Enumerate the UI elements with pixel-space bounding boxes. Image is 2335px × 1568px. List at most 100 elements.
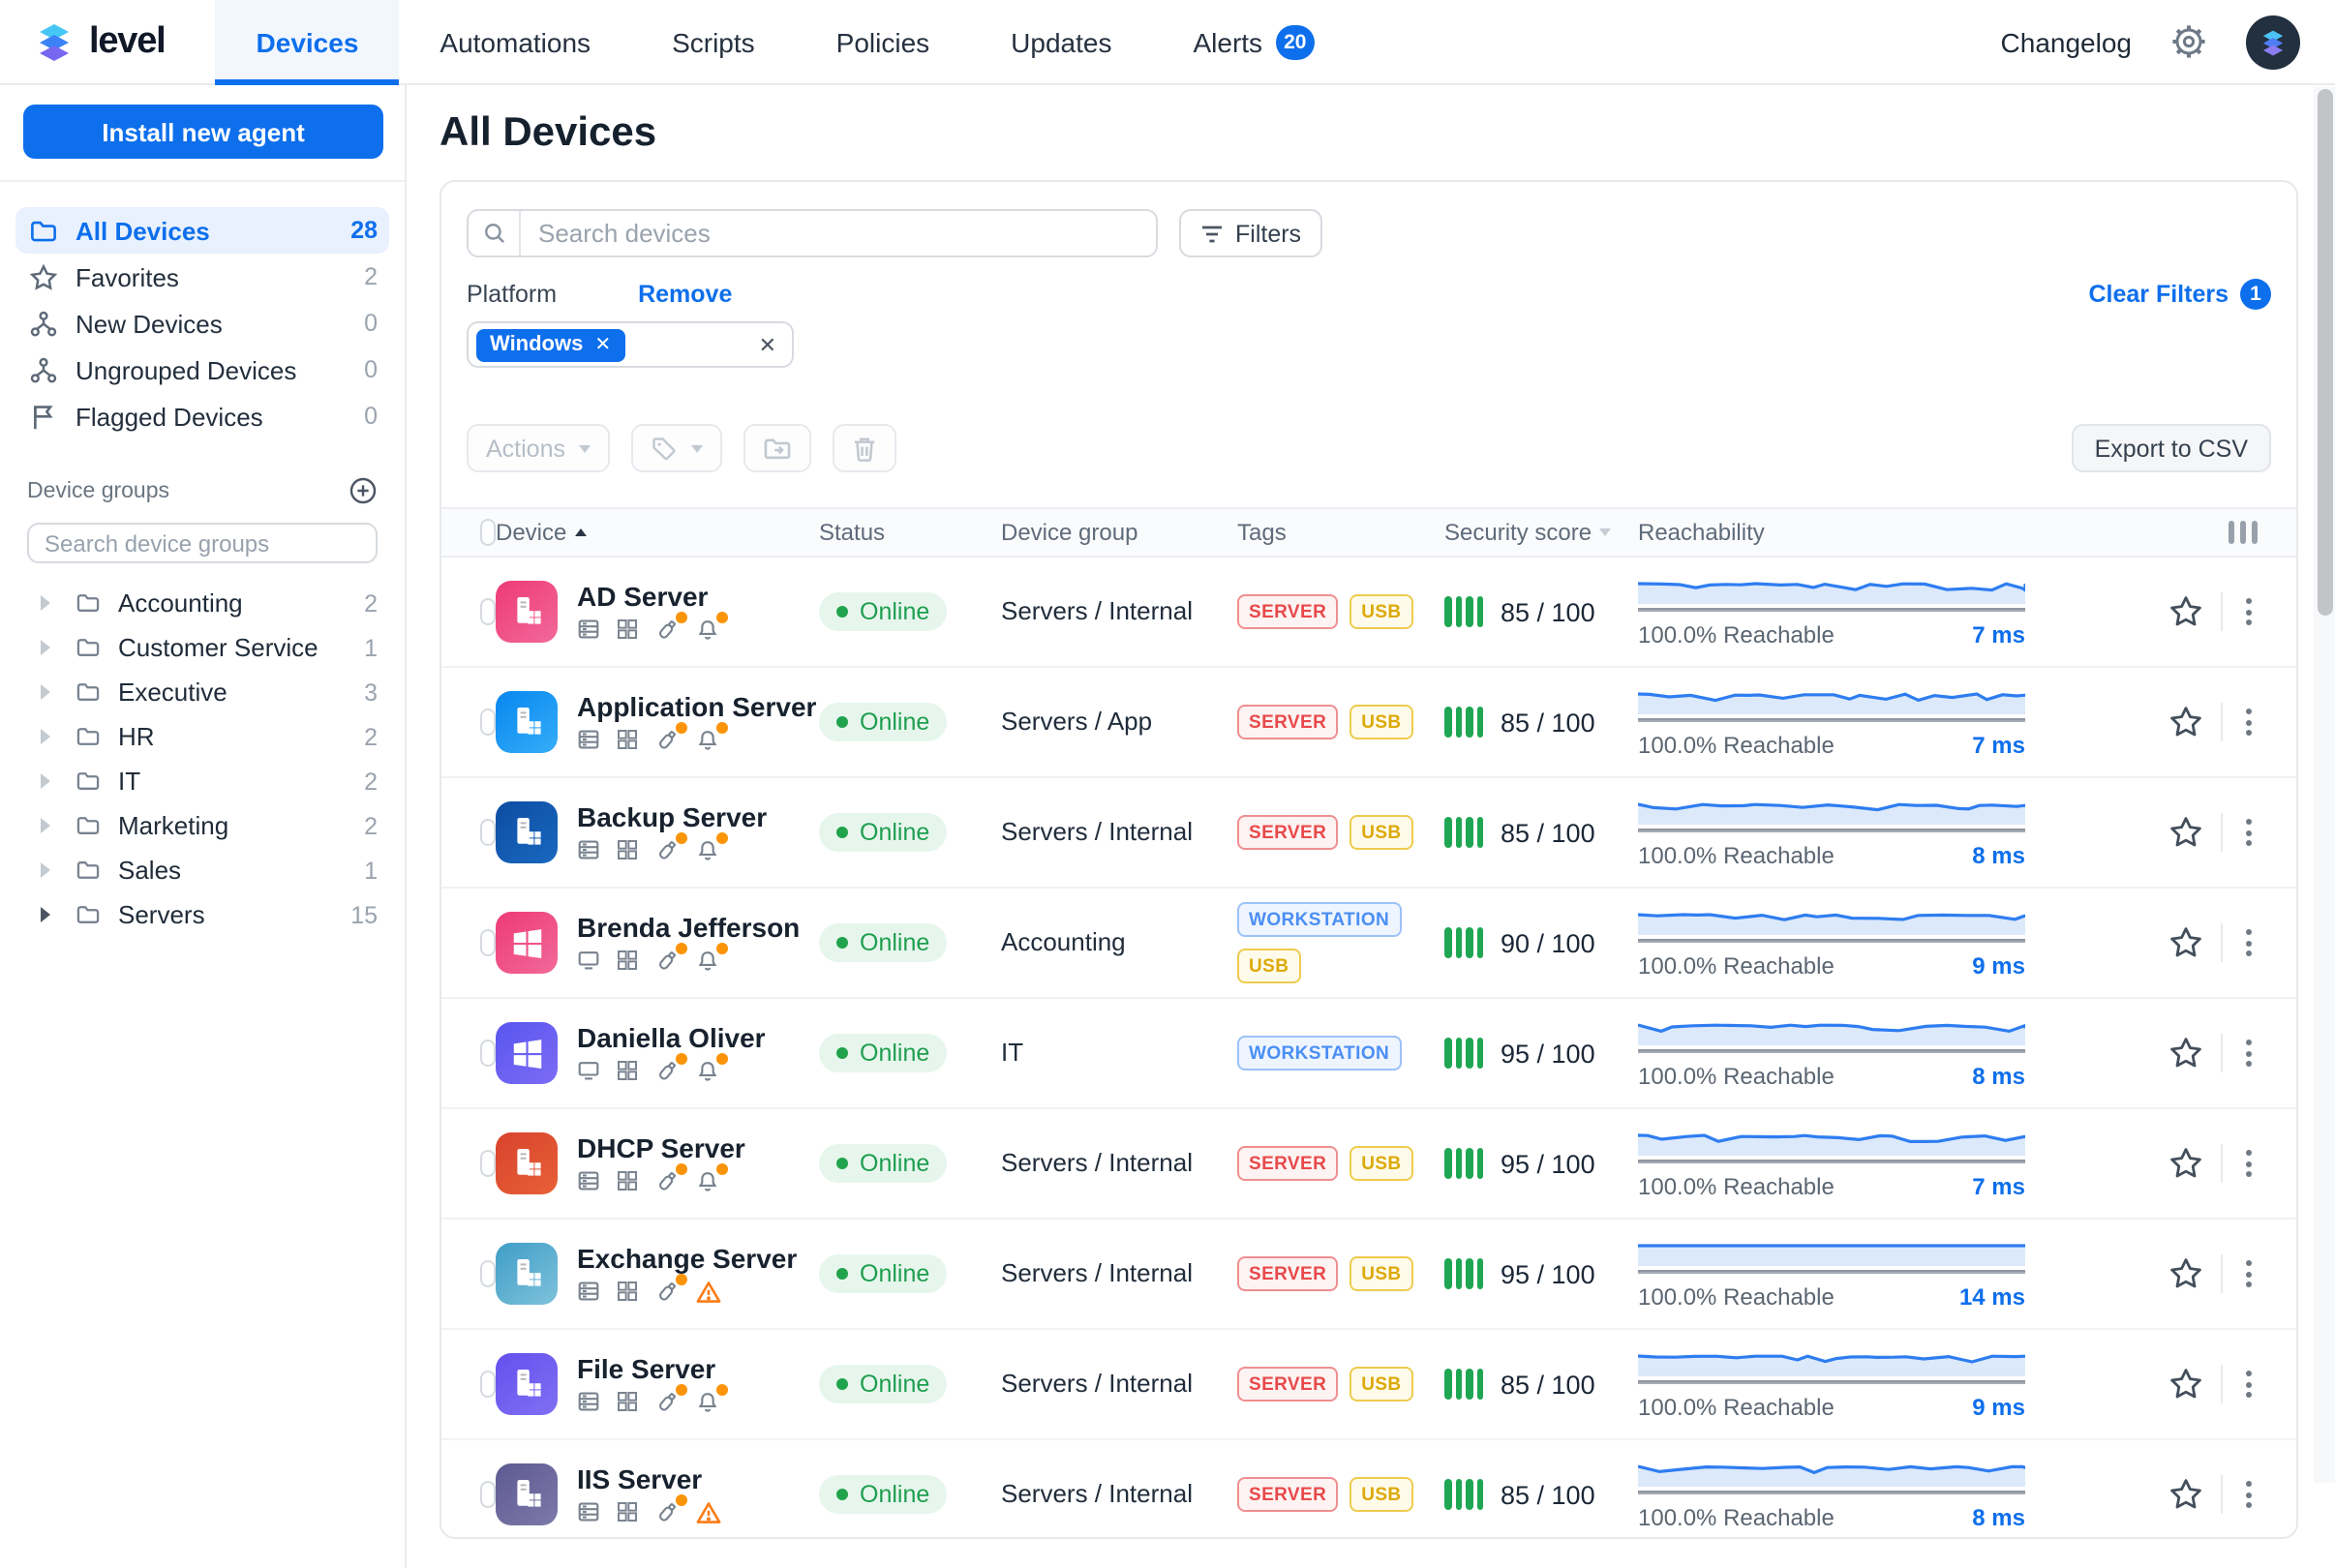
delete-button[interactable] bbox=[833, 424, 896, 472]
sidebar-quick-filter[interactable]: Ungrouped Devices 0 bbox=[15, 347, 389, 393]
header-device-group[interactable]: Device group bbox=[1001, 519, 1237, 546]
device-group-item[interactable]: IT 2 bbox=[0, 759, 405, 803]
row-checkbox[interactable] bbox=[480, 1260, 496, 1287]
chevron-right-icon[interactable] bbox=[39, 594, 54, 612]
device-name[interactable]: DHCP Server bbox=[577, 1133, 745, 1162]
chevron-right-icon[interactable] bbox=[39, 683, 54, 701]
favorite-star-icon[interactable] bbox=[2168, 815, 2203, 850]
device-name[interactable]: AD Server bbox=[577, 582, 720, 611]
header-device[interactable]: Device bbox=[496, 519, 819, 546]
row-menu-icon[interactable] bbox=[2240, 923, 2258, 962]
row-menu-icon[interactable] bbox=[2240, 813, 2258, 852]
sidebar-quick-filter[interactable]: Flagged Devices 0 bbox=[15, 393, 389, 439]
latency-value[interactable]: 14 ms bbox=[1959, 1283, 2025, 1311]
device-group-item[interactable]: Customer Service 1 bbox=[0, 625, 405, 670]
search-devices-input[interactable] bbox=[521, 211, 1156, 256]
header-tags[interactable]: Tags bbox=[1237, 519, 1444, 546]
row-checkbox[interactable] bbox=[480, 709, 496, 736]
nav-tab[interactable]: Policies bbox=[796, 0, 971, 83]
search-device-groups-input[interactable] bbox=[27, 523, 378, 563]
settings-gear-icon[interactable] bbox=[2170, 23, 2207, 60]
latency-value[interactable]: 7 ms bbox=[1972, 732, 2025, 759]
install-new-agent-button[interactable]: Install new agent bbox=[23, 105, 383, 159]
row-checkbox[interactable] bbox=[480, 819, 496, 846]
chevron-right-icon[interactable] bbox=[39, 728, 54, 745]
windows-filter-chip[interactable]: Windows ✕ bbox=[476, 328, 624, 361]
chevron-right-icon[interactable] bbox=[39, 906, 54, 923]
latency-value[interactable]: 8 ms bbox=[1972, 1504, 2025, 1531]
row-menu-icon[interactable] bbox=[2240, 1475, 2258, 1514]
latency-value[interactable]: 8 ms bbox=[1972, 1063, 2025, 1090]
device-group-item[interactable]: Marketing 2 bbox=[0, 803, 405, 848]
favorite-star-icon[interactable] bbox=[2168, 1146, 2203, 1181]
row-menu-icon[interactable] bbox=[2240, 1254, 2258, 1293]
row-checkbox[interactable] bbox=[480, 598, 496, 625]
remove-filter-link[interactable]: Remove bbox=[638, 281, 732, 308]
platform-filter-select[interactable]: Windows ✕ ✕ bbox=[467, 321, 794, 368]
row-menu-icon[interactable] bbox=[2240, 703, 2258, 741]
chevron-right-icon[interactable] bbox=[39, 817, 54, 834]
chevron-right-icon[interactable] bbox=[39, 772, 54, 790]
latency-value[interactable]: 9 ms bbox=[1972, 1394, 2025, 1421]
nav-tab[interactable]: Alerts 20 bbox=[1152, 0, 1354, 83]
user-avatar[interactable] bbox=[2246, 15, 2300, 69]
device-name[interactable]: Brenda Jefferson bbox=[577, 913, 800, 942]
table-row[interactable]: Exchange Server bbox=[441, 1220, 2296, 1330]
favorite-star-icon[interactable] bbox=[2168, 594, 2203, 629]
device-name[interactable]: Daniella Oliver bbox=[577, 1023, 766, 1052]
device-group-item[interactable]: Sales 1 bbox=[0, 848, 405, 892]
device-group-item[interactable]: Executive 3 bbox=[0, 670, 405, 714]
table-row[interactable]: Backup Server bbox=[441, 778, 2296, 889]
remove-chip-icon[interactable]: ✕ bbox=[594, 334, 611, 355]
device-group-item[interactable]: Servers 15 bbox=[0, 892, 405, 937]
app-logo[interactable]: level bbox=[0, 0, 216, 83]
row-menu-icon[interactable] bbox=[2240, 1034, 2258, 1072]
add-device-group-icon[interactable] bbox=[349, 476, 378, 505]
nav-tab[interactable]: Updates bbox=[970, 0, 1152, 83]
favorite-star-icon[interactable] bbox=[2168, 1477, 2203, 1512]
row-menu-icon[interactable] bbox=[2240, 1365, 2258, 1403]
export-to-csv-button[interactable]: Export to CSV bbox=[2072, 424, 2271, 472]
row-checkbox[interactable] bbox=[480, 1150, 496, 1177]
table-row[interactable]: IIS Server bbox=[441, 1440, 2296, 1539]
page-scrollbar[interactable] bbox=[2314, 87, 2335, 1483]
clear-filters-link[interactable]: Clear Filters 1 bbox=[2088, 279, 2271, 310]
row-menu-icon[interactable] bbox=[2240, 1144, 2258, 1183]
latency-value[interactable]: 7 ms bbox=[1972, 1173, 2025, 1200]
nav-tab[interactable]: Automations bbox=[399, 0, 631, 83]
favorite-star-icon[interactable] bbox=[2168, 1256, 2203, 1291]
device-group-item[interactable]: HR 2 bbox=[0, 714, 405, 759]
table-row[interactable]: AD Server bbox=[441, 558, 2296, 668]
header-reachability[interactable]: Reachability bbox=[1638, 519, 2025, 546]
row-checkbox[interactable] bbox=[480, 929, 496, 956]
device-name[interactable]: File Server bbox=[577, 1354, 720, 1383]
scrollbar-thumb[interactable] bbox=[2317, 89, 2332, 616]
sidebar-quick-filter[interactable]: All Devices 28 bbox=[15, 207, 389, 254]
nav-tab[interactable]: Devices bbox=[216, 0, 400, 83]
clear-select-icon[interactable]: ✕ bbox=[759, 332, 776, 357]
row-menu-icon[interactable] bbox=[2240, 592, 2258, 631]
device-name[interactable]: Application Server bbox=[577, 692, 816, 721]
row-checkbox[interactable] bbox=[480, 1040, 496, 1067]
table-row[interactable]: DHCP Server bbox=[441, 1109, 2296, 1220]
latency-value[interactable]: 9 ms bbox=[1972, 952, 2025, 980]
header-status[interactable]: Status bbox=[819, 519, 1001, 546]
nav-tab[interactable]: Scripts bbox=[631, 0, 796, 83]
sidebar-quick-filter[interactable]: Favorites 2 bbox=[15, 254, 389, 300]
actions-dropdown[interactable]: Actions bbox=[467, 424, 610, 472]
chevron-right-icon[interactable] bbox=[39, 861, 54, 879]
filters-button[interactable]: Filters bbox=[1179, 209, 1322, 257]
favorite-star-icon[interactable] bbox=[2168, 925, 2203, 960]
table-row[interactable]: File Server bbox=[441, 1330, 2296, 1440]
device-group-item[interactable]: Accounting 2 bbox=[0, 581, 405, 625]
table-row[interactable]: Brenda Jefferson bbox=[441, 889, 2296, 999]
column-settings-icon[interactable] bbox=[2228, 521, 2258, 544]
chevron-right-icon[interactable] bbox=[39, 639, 54, 656]
latency-value[interactable]: 8 ms bbox=[1972, 842, 2025, 869]
tag-dropdown[interactable] bbox=[631, 424, 722, 472]
device-name[interactable]: IIS Server bbox=[577, 1464, 722, 1493]
sidebar-quick-filter[interactable]: New Devices 0 bbox=[15, 300, 389, 347]
header-security-score[interactable]: Security score bbox=[1444, 519, 1638, 546]
move-to-group-button[interactable] bbox=[743, 424, 811, 472]
latency-value[interactable]: 7 ms bbox=[1972, 621, 2025, 648]
